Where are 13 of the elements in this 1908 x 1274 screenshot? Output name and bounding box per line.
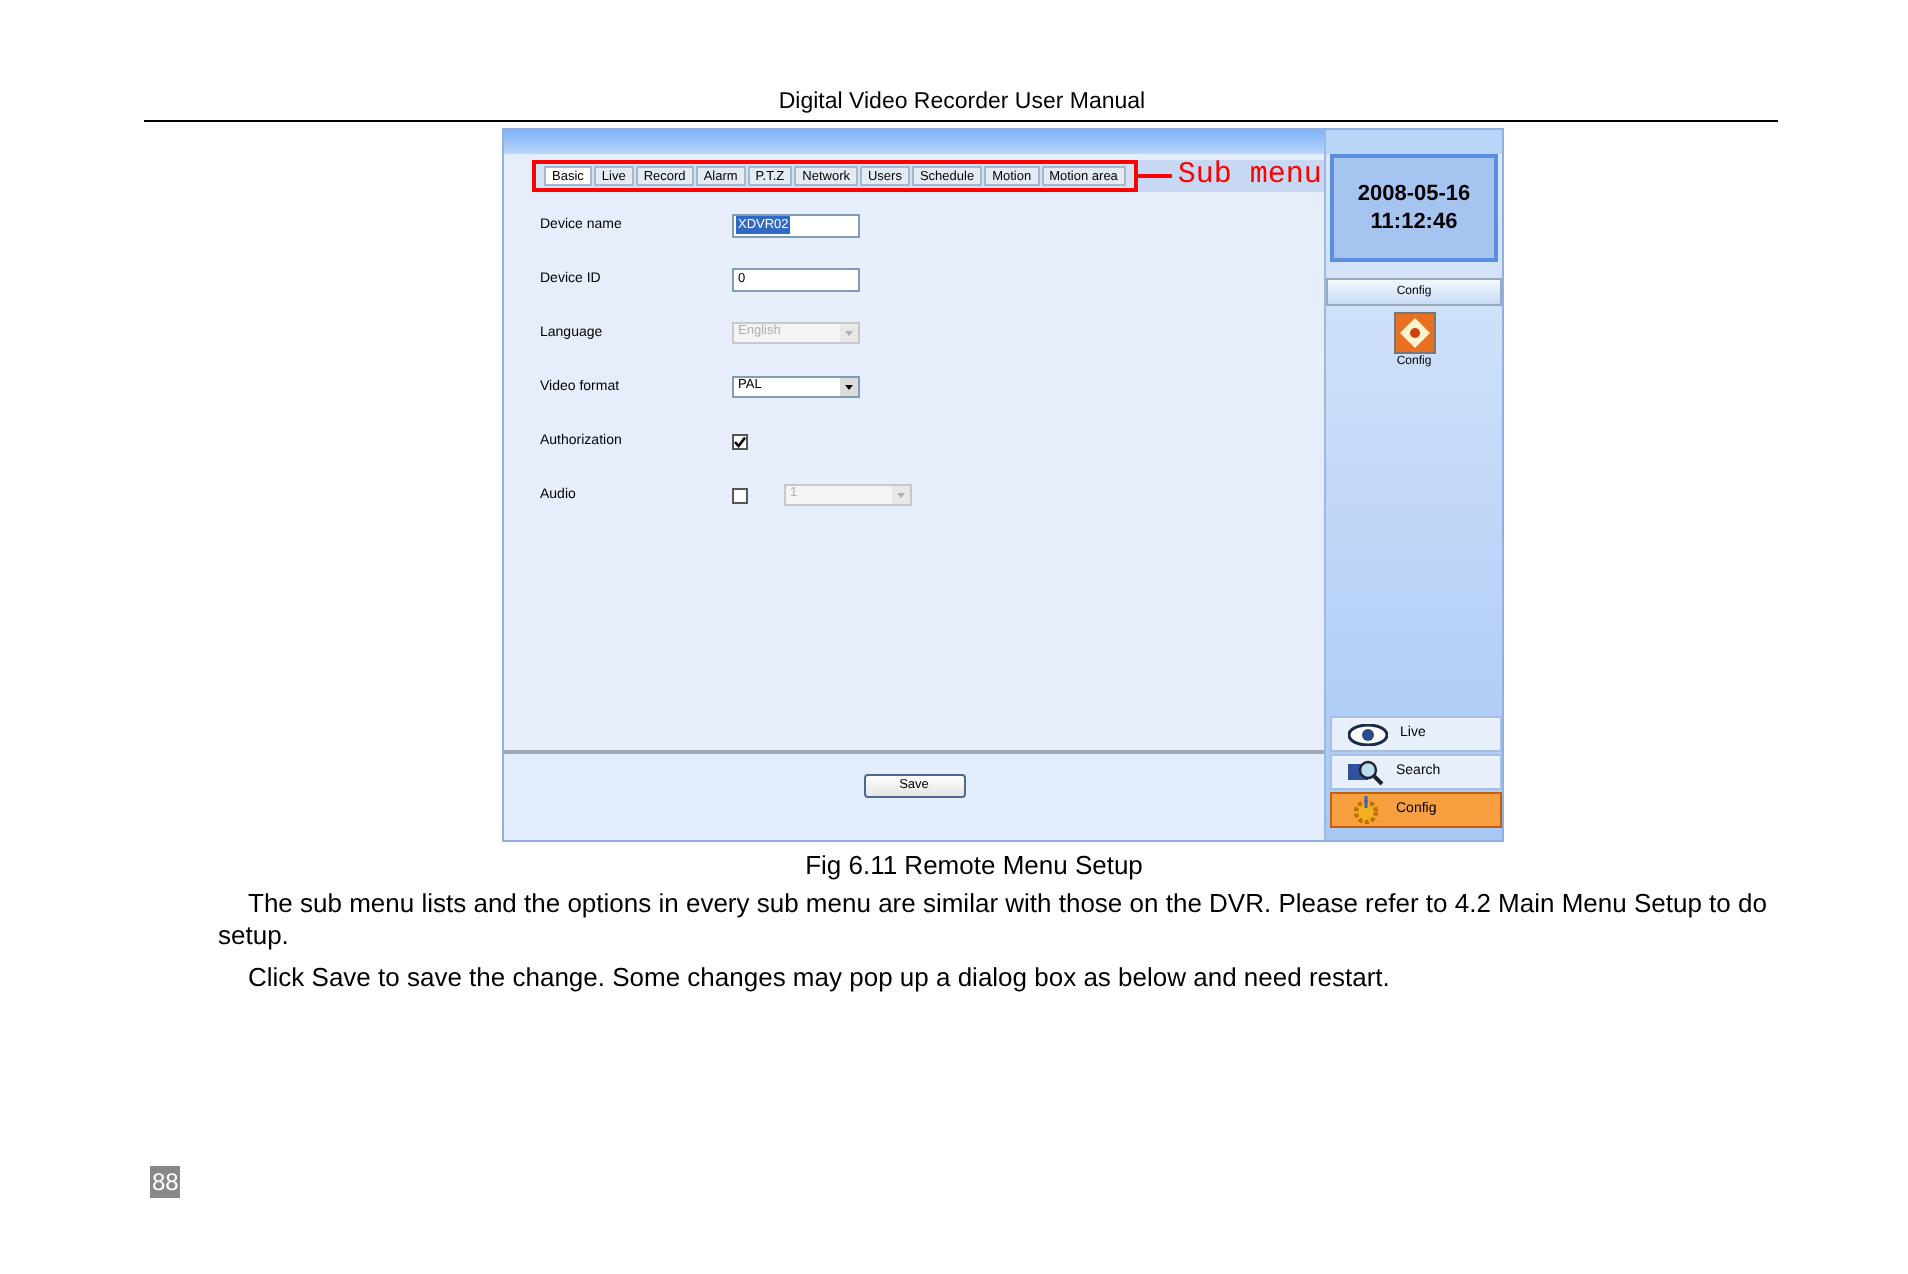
config-icon (1393, 312, 1435, 354)
body-paragraph: The sub menu lists and the options in every sub menu are similar with those on the DVR. Please refer to 4.2 Main Menu Setup to do setup. (218, 888, 1769, 952)
figure-caption: Fig 6.11 Remote Menu Setup (805, 850, 1143, 882)
checkbox[interactable] (732, 433, 748, 449)
gear-icon (1348, 796, 1384, 824)
search-icon (1348, 758, 1384, 786)
clock-date: 2008-05-16 (1357, 180, 1471, 208)
page-number: 88 (150, 1166, 181, 1198)
annotation-label: Sub menu (1177, 160, 1322, 192)
page-header: Digital Video Recorder User Manual (778, 88, 1146, 116)
eye-icon (1348, 723, 1388, 745)
body-paragraph: Click Save to save the change. Some changes may pop up a dialog box as below and need restart. (246, 962, 1392, 994)
clock-time: 11:12:46 (1370, 208, 1458, 236)
